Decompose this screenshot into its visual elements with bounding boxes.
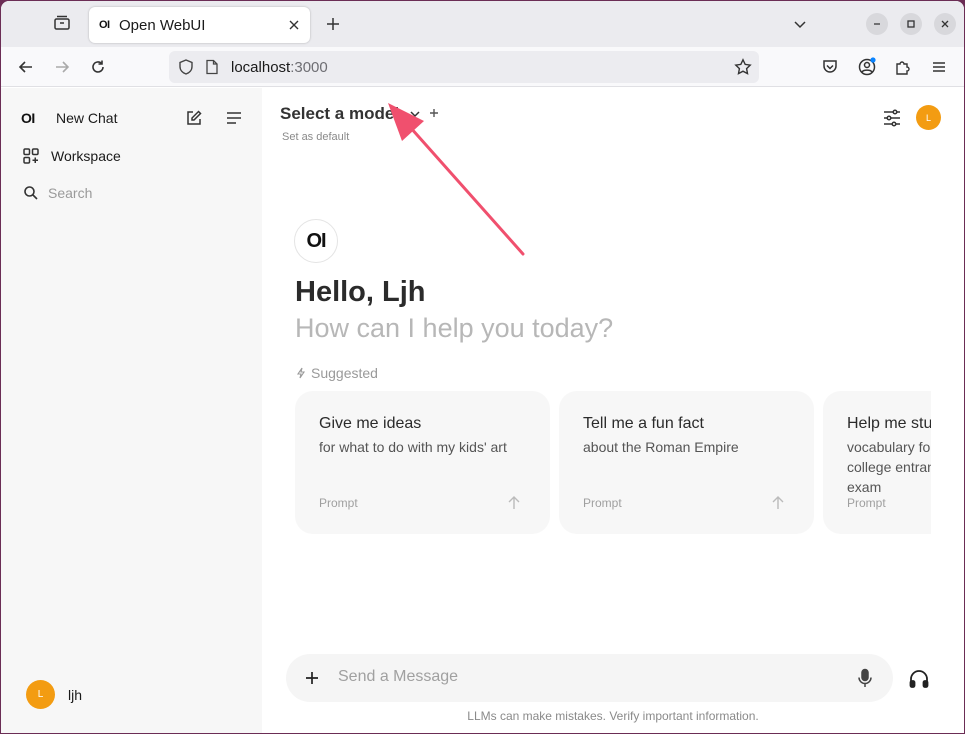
message-input[interactable]: Send a Message bbox=[338, 668, 458, 686]
suggestion-card[interactable]: Give me ideas for what to do with my kid… bbox=[295, 391, 550, 534]
browser-window: OI Open WebUI localhost:3000 OI New Chat… bbox=[1, 1, 964, 733]
suggestion-subtitle: for what to do with my kids' art bbox=[319, 439, 507, 455]
new-chat-link[interactable]: New Chat bbox=[56, 110, 117, 126]
tab-bar: OI Open WebUI bbox=[1, 1, 964, 47]
sidebar-toggle-menu-icon[interactable] bbox=[222, 106, 246, 130]
suggestion-title: Give me ideas bbox=[319, 415, 422, 432]
suggestion-tag: Prompt bbox=[319, 496, 358, 510]
arrow-up-icon bbox=[772, 496, 784, 509]
microphone-icon[interactable] bbox=[853, 666, 877, 690]
suggestion-title: Tell me a fun fact bbox=[583, 415, 704, 432]
suggestion-subtitle: about the Roman Empire bbox=[583, 439, 739, 455]
openwebui-logo: OI bbox=[294, 219, 338, 263]
bookmark-star-icon[interactable] bbox=[734, 58, 752, 81]
pocket-icon[interactable] bbox=[817, 54, 843, 80]
hamburger-menu-icon[interactable] bbox=[926, 54, 952, 80]
set-as-default-link[interactable]: Set as default bbox=[282, 131, 349, 143]
greeting-subtitle: How can I help you today? bbox=[295, 313, 614, 343]
message-composer: Send a Message bbox=[286, 654, 893, 702]
workspace-grid-icon[interactable] bbox=[19, 144, 43, 168]
suggestion-tag: Prompt bbox=[583, 496, 622, 510]
new-tab-plus-icon[interactable] bbox=[320, 11, 346, 37]
attach-plus-icon[interactable] bbox=[300, 666, 324, 690]
sidebar: OI New Chat Workspace Search L ljh bbox=[1, 88, 262, 733]
url-port: :3000 bbox=[290, 59, 328, 76]
annotation-arrow-icon bbox=[388, 103, 525, 256]
minimize-icon[interactable] bbox=[866, 13, 888, 35]
disclaimer-text: LLMs can make mistakes. Verify important… bbox=[467, 709, 759, 723]
account-icon[interactable] bbox=[854, 54, 880, 80]
url-text[interactable]: localhost:3000 bbox=[231, 59, 328, 76]
voice-call-headphones-icon[interactable] bbox=[906, 666, 932, 692]
suggestion-tag: Prompt bbox=[847, 496, 886, 510]
tab-favicon-icon: OI bbox=[99, 19, 110, 31]
sparkle-icon bbox=[296, 367, 306, 379]
openwebui-logo-icon[interactable]: OI bbox=[21, 110, 35, 126]
user-name[interactable]: ljh bbox=[68, 687, 82, 703]
new-chat-edit-icon[interactable] bbox=[182, 106, 206, 130]
page-info-icon[interactable] bbox=[205, 59, 219, 80]
suggestion-subtitle: vocabulary for a college entrance exam bbox=[847, 439, 931, 495]
reload-icon[interactable] bbox=[85, 54, 111, 80]
suggested-label: Suggested bbox=[295, 365, 378, 381]
search-icon[interactable] bbox=[19, 181, 43, 205]
url-host: localhost bbox=[231, 59, 291, 76]
tab-close-icon[interactable] bbox=[282, 13, 306, 37]
back-arrow-icon[interactable] bbox=[13, 54, 39, 80]
suggestion-title: Help me study bbox=[847, 415, 931, 432]
suggestion-card[interactable]: Tell me a fun fact about the Roman Empir… bbox=[559, 391, 814, 534]
suggestion-card[interactable]: Help me study vocabulary for a college e… bbox=[823, 391, 931, 534]
chat-controls-sliders-icon[interactable] bbox=[881, 107, 903, 129]
extensions-puzzle-icon[interactable] bbox=[890, 54, 916, 80]
user-avatar[interactable]: L bbox=[26, 680, 55, 709]
search-input[interactable]: Search bbox=[48, 185, 92, 201]
tab-title: Open WebUI bbox=[119, 16, 206, 34]
close-window-icon[interactable] bbox=[934, 13, 956, 35]
header-user-avatar[interactable]: L bbox=[916, 105, 941, 130]
main-chat-area: Select a model Set as default L OI Hello… bbox=[262, 88, 964, 733]
active-tab[interactable]: OI Open WebUI bbox=[89, 7, 310, 43]
forward-arrow-icon[interactable] bbox=[49, 54, 75, 80]
navigation-bar: localhost:3000 bbox=[1, 47, 964, 87]
suggested-text: Suggested bbox=[311, 365, 378, 381]
tab-list-icon[interactable] bbox=[50, 11, 74, 35]
greeting-heading: Hello, Ljh bbox=[295, 276, 426, 308]
url-bar[interactable]: localhost:3000 bbox=[169, 51, 759, 83]
shield-icon[interactable] bbox=[177, 58, 195, 81]
maximize-icon[interactable] bbox=[900, 13, 922, 35]
suggestion-cards: Give me ideas for what to do with my kid… bbox=[295, 391, 931, 536]
arrow-up-icon bbox=[508, 496, 520, 509]
tabs-dropdown-chevron-icon[interactable] bbox=[789, 13, 811, 35]
workspace-link[interactable]: Workspace bbox=[51, 148, 121, 164]
